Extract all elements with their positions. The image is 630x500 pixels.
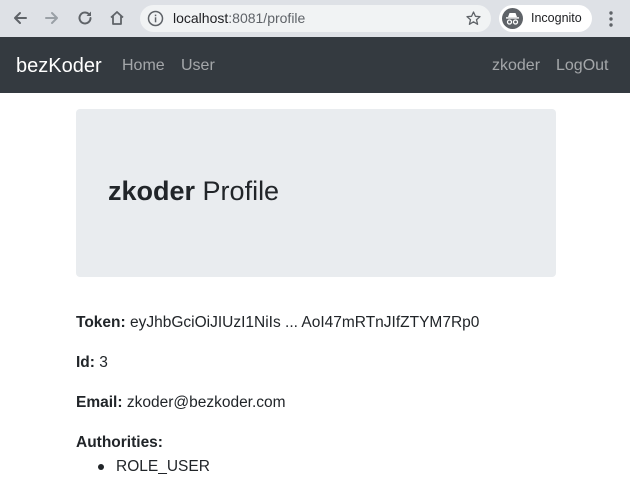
email-row: Email: zkoder@bezkoder.com <box>76 393 286 413</box>
email-label: Email: <box>76 394 123 411</box>
incognito-badge[interactable]: Incognito <box>499 5 592 32</box>
bookmark-star-icon[interactable] <box>465 10 482 27</box>
authorities-label: Authorities: <box>76 434 163 451</box>
id-label: Id: <box>76 354 95 371</box>
page-title: zkoder Profile <box>108 175 279 207</box>
id-value: 3 <box>99 354 108 371</box>
browser-toolbar: localhost:8081/profile Incognito <box>0 0 630 37</box>
url-host: localhost <box>173 10 229 26</box>
url-path: :8081/profile <box>228 10 306 26</box>
incognito-icon <box>502 8 523 29</box>
token-row: Token: eyJhbGciOiJIUzI1NiIs ... AoI47mRT… <box>76 313 479 333</box>
back-button[interactable] <box>7 6 33 30</box>
more-options-icon[interactable] <box>606 10 616 28</box>
address-bar[interactable]: localhost:8081/profile <box>140 5 491 32</box>
profile-title-suffix: Profile <box>202 176 280 206</box>
bullet-icon <box>98 464 104 470</box>
reload-button[interactable] <box>72 6 98 30</box>
profile-username: zkoder <box>108 176 196 206</box>
nav-home-link[interactable]: Home <box>122 56 165 76</box>
token-label: Token: <box>76 314 126 331</box>
email-value: zkoder@bezkoder.com <box>126 394 286 411</box>
nav-profile-link[interactable]: zkoder <box>492 56 540 76</box>
forward-button[interactable] <box>39 6 65 30</box>
authorities-heading: Authorities: <box>76 433 163 453</box>
app-navbar: bezKoder Home User zkoder LogOut <box>0 37 630 93</box>
token-value: eyJhbGciOiJIUzI1NiIs ... AoI47mRTnJIfZTY… <box>129 314 480 331</box>
home-icon <box>110 11 124 25</box>
reload-icon <box>78 11 92 25</box>
info-icon[interactable] <box>147 10 164 27</box>
id-row: Id: 3 <box>76 353 108 373</box>
arrow-right-icon <box>45 12 58 24</box>
profile-header: zkoder Profile <box>76 109 556 277</box>
authority-role: ROLE_USER <box>116 458 210 475</box>
nav-user-link[interactable]: User <box>181 56 215 76</box>
nav-logout-link[interactable]: LogOut <box>556 56 608 76</box>
list-item: ROLE_USER <box>76 457 210 477</box>
authorities-list: ROLE_USER <box>76 457 210 477</box>
incognito-label: Incognito <box>531 11 582 25</box>
arrow-left-icon <box>14 12 27 24</box>
address-url[interactable]: localhost:8081/profile <box>173 10 305 27</box>
brand-logo-link[interactable]: bezKoder <box>16 54 102 78</box>
home-button[interactable] <box>104 6 130 30</box>
